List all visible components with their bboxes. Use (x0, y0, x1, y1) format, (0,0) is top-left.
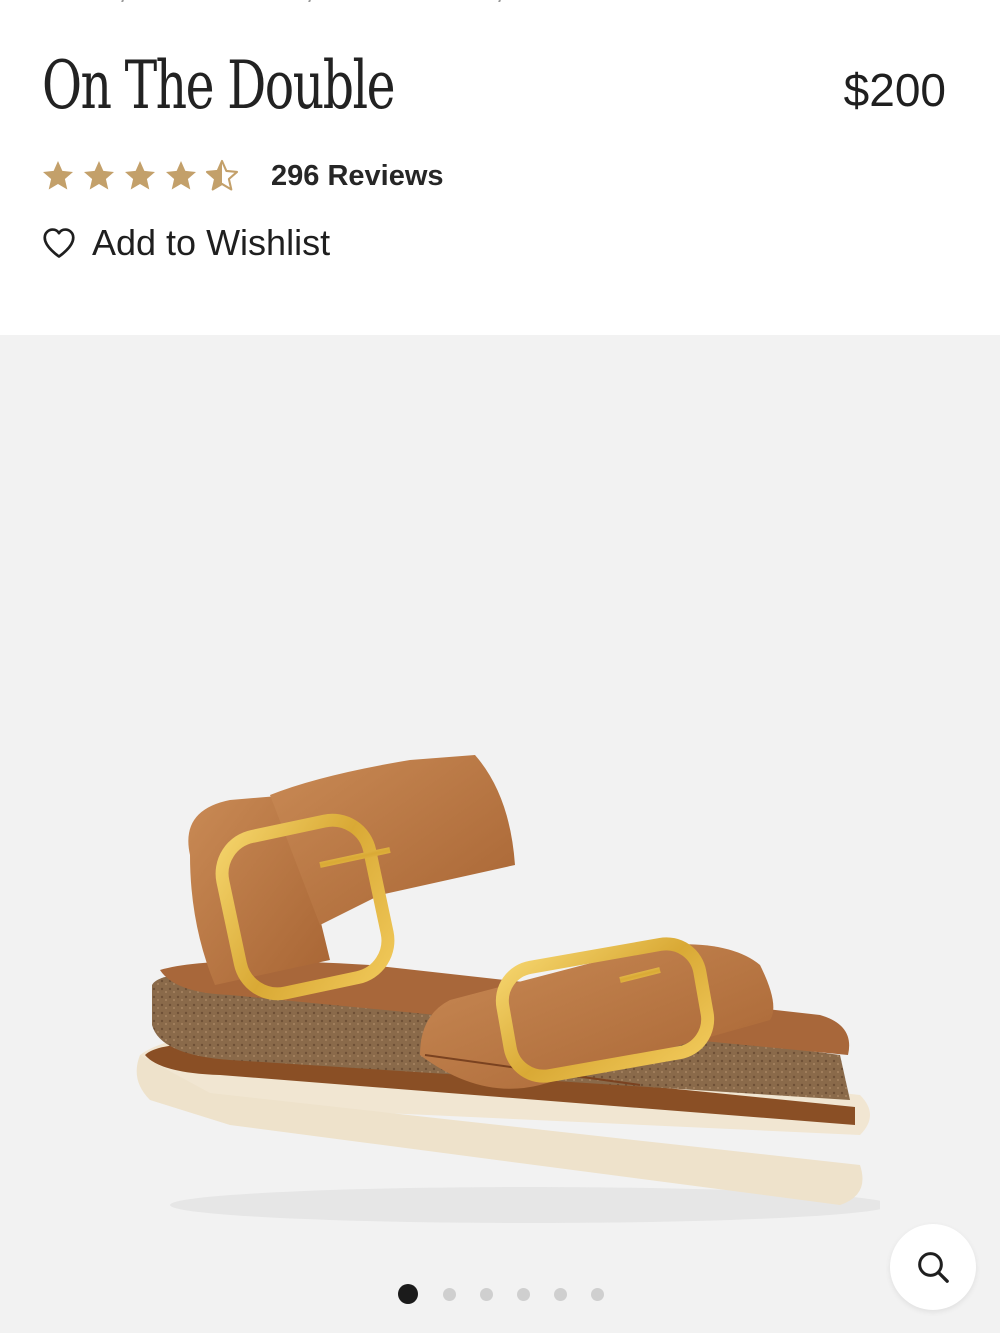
product-price: $200 (843, 64, 946, 116)
star-half-icon (205, 159, 239, 191)
heart-icon (43, 228, 75, 258)
reviews-link[interactable]: 296 Reviews (271, 160, 444, 193)
gallery-pagination (0, 1284, 1000, 1304)
gallery-dot[interactable] (442, 1287, 456, 1301)
star-icon (166, 161, 196, 190)
search-icon (918, 1252, 949, 1283)
add-to-wishlist-button[interactable]: Add to Wishlist (40, 222, 330, 264)
gallery-dot[interactable] (397, 1284, 418, 1304)
product-header: On The Double $200 296 Reviews Add to Wi… (0, 0, 1000, 335)
gallery-dot[interactable] (553, 1287, 567, 1301)
gallery-dot[interactable] (516, 1287, 530, 1301)
sandal-product-image (136, 755, 880, 1223)
star-icon (84, 161, 114, 190)
star-icon (43, 161, 73, 190)
product-gallery[interactable] (0, 335, 1000, 1333)
wishlist-label: Add to Wishlist (92, 222, 331, 263)
gallery-dot[interactable] (590, 1287, 604, 1301)
rating-row: 296 Reviews (40, 156, 444, 196)
gallery-dot[interactable] (479, 1287, 493, 1301)
product-title: On The Double (42, 47, 396, 124)
star-icon (125, 161, 155, 190)
rating-stars (40, 158, 240, 194)
